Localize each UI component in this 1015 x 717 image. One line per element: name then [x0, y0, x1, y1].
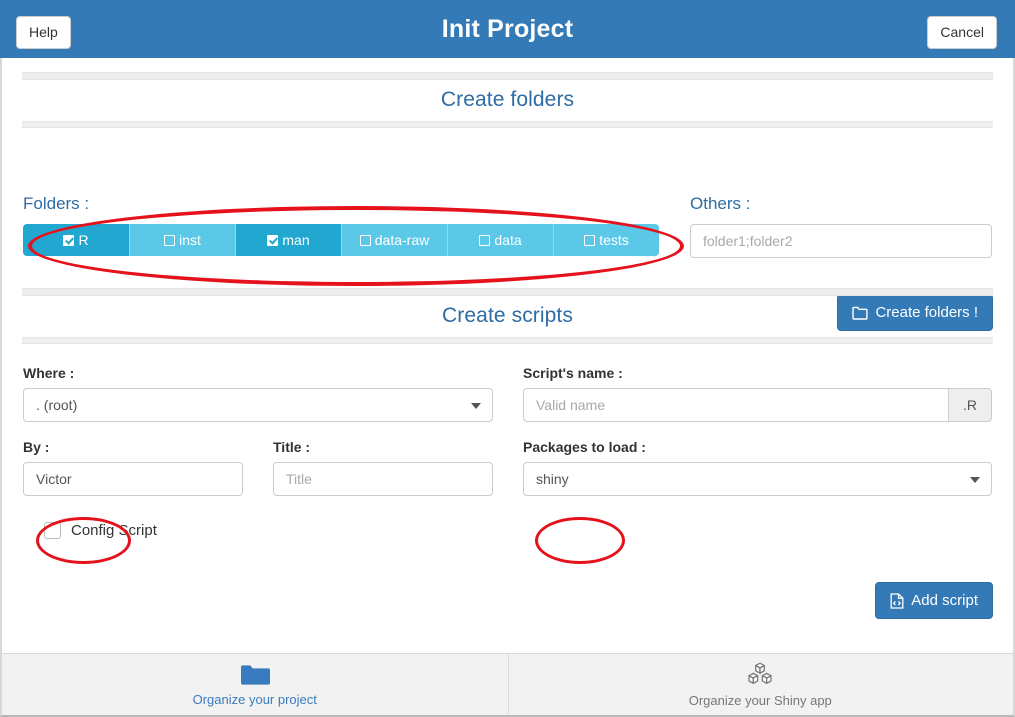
folder-option-label: man	[282, 232, 310, 248]
others-input[interactable]	[690, 224, 992, 258]
footer-tab-label: Organize your project	[192, 691, 317, 707]
script-name-suffix-addon: .R	[948, 388, 992, 422]
folder-option-R[interactable]: R	[23, 224, 130, 256]
packages-select-value: shiny	[536, 471, 569, 487]
others-label: Others :	[690, 194, 751, 213]
checkbox-icon	[44, 522, 61, 539]
checkbox-icon	[584, 234, 596, 246]
cancel-button[interactable]: Cancel	[927, 16, 997, 49]
init-project-window: Help Init Project Cancel Create folders …	[0, 0, 1015, 717]
footer-tab-label: Organize your Shiny app	[688, 692, 832, 708]
file-code-icon	[890, 592, 904, 609]
script-name-label: Script's name :	[523, 365, 623, 381]
divider-bottom	[22, 121, 993, 128]
chevron-down-icon	[970, 477, 980, 483]
folder-icon	[240, 663, 270, 690]
create-folders-section-header: Create folders	[22, 72, 993, 128]
checkbox-icon	[359, 234, 371, 246]
folder-option-data-raw[interactable]: data-raw	[342, 224, 448, 256]
add-script-button[interactable]: Add script	[875, 582, 993, 619]
script-name-input[interactable]	[523, 388, 948, 422]
footer-tab-organize-project[interactable]: Organize your project	[2, 654, 508, 715]
folder-option-label: inst	[179, 232, 201, 248]
chevron-down-icon	[471, 403, 481, 409]
create-scripts-title: Create scripts	[442, 304, 573, 327]
footer-tabbar: Organize your project Organize your Shin…	[0, 653, 1015, 717]
folders-checkbox-group[interactable]: R inst man data-raw data tests	[23, 224, 659, 256]
window-header: Help Init Project Cancel	[0, 0, 1015, 58]
divider-top	[22, 72, 993, 80]
divider-bottom	[22, 337, 993, 344]
page-body: Create folders Folders : R inst man data…	[0, 58, 1015, 653]
title-input[interactable]	[273, 462, 493, 496]
folder-option-label: data-raw	[374, 232, 430, 248]
folder-option-man[interactable]: man	[236, 224, 342, 256]
packages-label: Packages to load :	[523, 439, 646, 455]
where-label: Where :	[23, 365, 75, 381]
script-name-input-group[interactable]: .R	[523, 388, 992, 422]
folder-option-tests[interactable]: tests	[554, 224, 659, 256]
create-scripts-section-header: Create scripts	[22, 288, 993, 344]
folder-option-inst[interactable]: inst	[130, 224, 236, 256]
folder-option-label: data	[494, 232, 522, 248]
folder-option-label: tests	[599, 232, 629, 248]
footer-tab-organize-shiny-app[interactable]: Organize your Shiny app	[507, 654, 1014, 715]
cubes-icon	[745, 662, 775, 691]
window-title: Init Project	[441, 15, 574, 43]
add-script-button-label: Add script	[911, 592, 978, 609]
folder-option-data[interactable]: data	[448, 224, 554, 256]
title-label: Title :	[273, 439, 311, 455]
where-select[interactable]: . (root)	[23, 388, 493, 422]
by-input[interactable]	[23, 462, 243, 496]
checkbox-icon	[479, 234, 491, 246]
config-script-checkbox[interactable]: Config Script	[44, 522, 157, 539]
packages-select[interactable]: shiny	[523, 462, 992, 496]
create-folders-title: Create folders	[440, 88, 575, 111]
checkbox-icon	[267, 234, 279, 246]
folders-label: Folders :	[23, 194, 90, 213]
config-script-label: Config Script	[71, 522, 157, 539]
where-select-value: . (root)	[36, 397, 78, 413]
folder-option-label: R	[78, 232, 89, 248]
by-label: By :	[23, 439, 50, 455]
checkbox-icon	[63, 234, 75, 246]
divider-top	[22, 288, 993, 296]
checkbox-icon	[164, 234, 176, 246]
annotation-ellipse-packages	[535, 517, 625, 564]
